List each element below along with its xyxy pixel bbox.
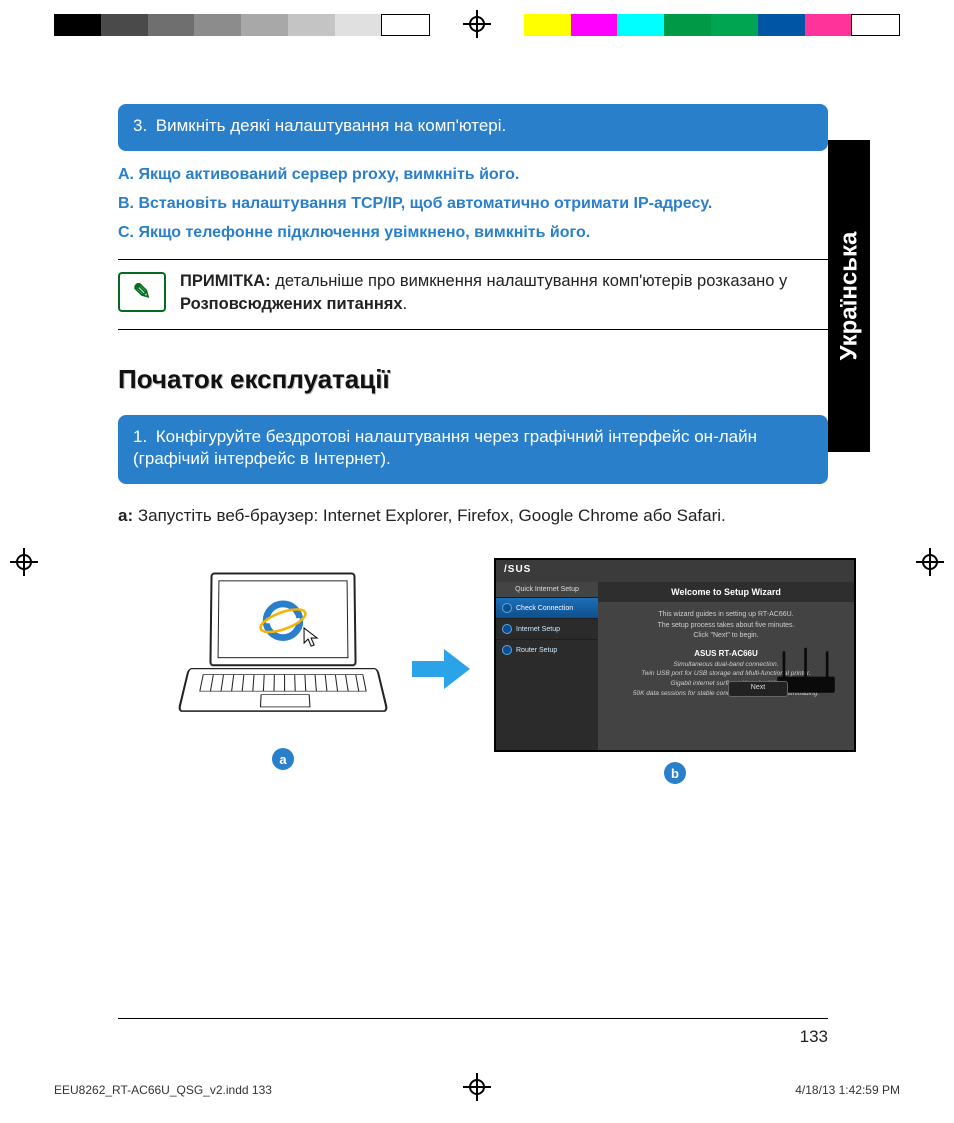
- laptop-base: [177, 668, 388, 712]
- note-text: ПРИМІТКА: детальніше про вимкнення налаш…: [180, 270, 828, 316]
- swatch: [381, 14, 430, 36]
- footer-datetime: 4/18/13 1:42:59 PM: [795, 1083, 900, 1097]
- wizard-title: Welcome to Setup Wizard: [598, 582, 854, 602]
- swatch: [335, 14, 382, 36]
- wizard-sidebar-label: Router Setup: [516, 647, 557, 654]
- wizard-sidebar-label: Check Connection: [516, 605, 573, 612]
- label-b-pill: b: [664, 762, 686, 784]
- wizard-next-label: Next: [751, 683, 765, 694]
- step-text: Вимкніть деякі налаштування на комп'ютер…: [156, 116, 507, 135]
- step-dot-icon: [502, 603, 512, 613]
- swatch: [288, 14, 335, 36]
- arrow-right-icon: [410, 647, 472, 691]
- step-text: Конфігуруйте бездротові налаштування чер…: [133, 427, 757, 469]
- wizard-sidebar-item: Internet Setup: [496, 618, 598, 639]
- note-icon-glyph: ✎: [133, 279, 151, 305]
- swatch: [805, 14, 852, 36]
- language-tab: Українська: [828, 140, 870, 452]
- substep-a-label: a:: [118, 506, 133, 525]
- label-b-text: b: [671, 766, 679, 781]
- section-heading: Початок експлуатації: [118, 364, 828, 395]
- footer-filename: EEU8262_RT-AC66U_QSG_v2.indd 133: [54, 1083, 272, 1097]
- sub-item-a: A. Якщо активований сервер proxy, вимкні…: [118, 161, 828, 190]
- swatch: [851, 14, 900, 36]
- cursor-icon: [303, 627, 319, 647]
- step-dot-icon: [502, 645, 512, 655]
- language-tab-label: Українська: [835, 232, 863, 361]
- wizard-line: This wizard guides in setting up RT-AC66…: [608, 610, 844, 621]
- page-number: 133: [800, 1027, 828, 1047]
- wizard-body: This wizard guides in setting up RT-AC66…: [598, 602, 854, 707]
- step-dot-icon: [502, 624, 512, 634]
- sub-item-b: B. Встановіть налаштування TCP/IP, щоб а…: [118, 190, 828, 219]
- swatch: [54, 14, 101, 36]
- step-1-box: 1. Конфігуруйте бездротові налаштування …: [118, 415, 828, 485]
- content-area: 3. Вимкніть деякі налаштування на комп'ю…: [118, 104, 828, 1059]
- wizard-brand: /SUS: [504, 564, 531, 575]
- laptop-screen: [218, 581, 349, 659]
- label-a-text: a: [279, 752, 286, 767]
- note-label: ПРИМІТКА:: [180, 272, 271, 290]
- wizard-sidebar-label: Internet Setup: [516, 626, 560, 633]
- step-3-box: 3. Вимкніть деякі налаштування на комп'ю…: [118, 104, 828, 151]
- laptop-illustration: a: [178, 572, 388, 770]
- print-footer: EEU8262_RT-AC66U_QSG_v2.indd 133 4/18/13…: [54, 1083, 900, 1103]
- wizard-line: Click "Next" to begin.: [608, 631, 844, 642]
- swatch: [524, 14, 571, 36]
- swatch: [101, 14, 148, 36]
- page: Українська 3. Вимкніть деякі налаштуванн…: [0, 0, 954, 1123]
- sub-item-c: C. Якщо телефонне підключення увімкнено,…: [118, 219, 828, 248]
- wizard-sidebar-item: Router Setup: [496, 639, 598, 660]
- laptop-lid: [209, 573, 356, 667]
- internet-explorer-icon: [256, 592, 310, 646]
- step-number: 1.: [133, 426, 151, 449]
- step-number: 3.: [133, 115, 151, 138]
- swatch: [571, 14, 618, 36]
- substep-a: a: Запустіть веб-браузер: Internet Explo…: [118, 504, 828, 528]
- laptop-keyboard: [199, 674, 367, 691]
- swatch: [664, 14, 711, 36]
- arrow-wrap: [410, 647, 472, 696]
- swatch: [617, 14, 664, 36]
- wizard-line: The setup process takes about five minut…: [608, 621, 844, 632]
- note-bold: Розповсюджених питаннях: [180, 295, 403, 313]
- swatch: [148, 14, 195, 36]
- registration-mark-icon: [10, 548, 38, 576]
- wizard-sidebar-item: Check Connection: [496, 597, 598, 618]
- wizard-sidebar-header: Quick Internet Setup: [496, 582, 598, 597]
- note-icon: ✎: [118, 272, 166, 312]
- swatch: [711, 14, 758, 36]
- note-body-after: .: [403, 295, 408, 313]
- laptop-trackpad: [260, 694, 311, 707]
- wizard-illustration: /SUS Quick Internet Setup Check Connecti…: [494, 558, 856, 784]
- wizard-sidebar: Quick Internet Setup Check Connection In…: [496, 582, 598, 750]
- swatch: [241, 14, 288, 36]
- wizard-main: Welcome to Setup Wizard This wizard guid…: [598, 582, 854, 750]
- sub-item-list: A. Якщо активований сервер proxy, вимкні…: [118, 161, 828, 247]
- setup-wizard-window: /SUS Quick Internet Setup Check Connecti…: [494, 558, 856, 752]
- substep-a-text: Запустіть веб-браузер: Internet Explorer…: [133, 506, 726, 525]
- illustration-row: a /SUS Quick Internet Setup Check Connec…: [178, 558, 828, 784]
- swatch: [758, 14, 805, 36]
- page-rule: [118, 1018, 828, 1019]
- swatch: [194, 14, 241, 36]
- registration-mark-icon: [463, 10, 491, 38]
- note-row: ✎ ПРИМІТКА: детальніше про вимкнення нал…: [118, 259, 828, 329]
- wizard-next-button: Next: [728, 681, 788, 697]
- registration-mark-icon: [916, 548, 944, 576]
- label-a-pill: a: [272, 748, 294, 770]
- note-body-before: детальніше про вимкнення налаштування ко…: [271, 272, 788, 290]
